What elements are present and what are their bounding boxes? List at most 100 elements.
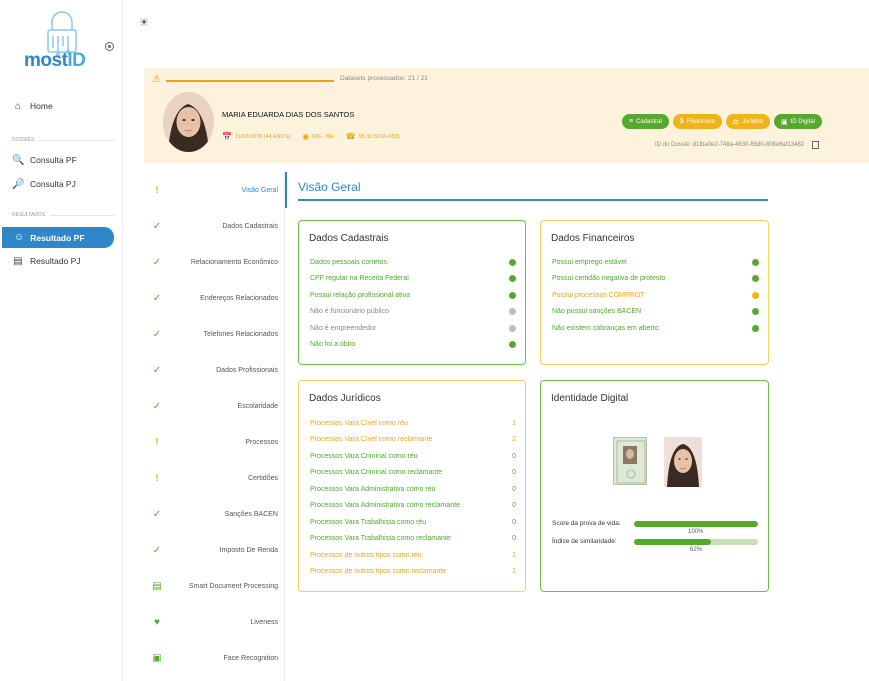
step-2[interactable]: ✓ Relacionamento Econômico [123,244,285,280]
nav-consulta-pf[interactable]: 🔍 Consulta PF [12,150,77,170]
nav-home-label: Home [30,101,53,111]
section-resultados: RESULTADOS [12,212,114,218]
chip-cadastral[interactable]: ≡ Cadastral [622,114,669,129]
step-0[interactable]: ! Visão Geral [123,172,287,208]
list-item: CPF regular na Receita Federal [310,271,516,288]
calendar-icon: 📅 [222,132,232,141]
list-item: Não é funcionário público [310,304,516,321]
row-label: Não é empreendedor [310,324,377,332]
progress-text: Datasets processados: 21 / 21 [340,75,428,82]
page-title: Visão Geral [298,180,361,194]
row-value: 2 [512,436,516,444]
card-title: Dados Financeiros [551,233,635,244]
dossier-id: ID do Dossiê: d1fba0e2-748a-4630-85d0-80… [655,141,820,149]
nav-resultado-pj[interactable]: ▤ Resultado PJ [12,251,80,271]
face-scan-icon: ▣ [781,118,788,126]
row-label: Possui processos COMPROT [552,291,645,299]
nav-consulta-pj[interactable]: 🔎 Consulta PJ [12,174,76,194]
similarity-label: Índice de similaridade: [552,538,617,545]
check-icon: ✓ [152,364,162,376]
step-5[interactable]: ✓ Dados Profissionais [123,352,285,388]
list-item: Processos Vara Trabalhista como réu 0 [310,514,516,531]
chip-juridico[interactable]: ⚖ Jurídico [725,114,770,129]
chip-id-digital[interactable]: ▣ ID Digital [774,114,822,129]
step-4[interactable]: ✓ Telefones Relacionados [123,316,285,352]
similarity-bar [634,539,758,545]
chip-financeiro-label: Financeiro [686,118,715,125]
face-icon: ▣ [152,652,162,664]
id-card-icon: ≡ [629,118,634,125]
step-label: Telefones Relacionados [203,330,278,338]
list-item: Não possui sanções BACEN [552,304,759,321]
step-6[interactable]: ✓ Escolaridade [123,388,285,424]
row-label: Processos de outros tipos como réu [310,551,422,559]
step-13[interactable]: ▣ Face Recognition [123,640,285,676]
warning-icon: ! [155,472,159,484]
score-label: Score da prova de vida: [552,520,621,527]
row-label: Processos Vara Cível como réu [310,419,408,427]
location-pin-icon: ◉ [302,132,310,141]
location: MG - BH [312,133,334,140]
step-3[interactable]: ✓ Endereços Relacionados [123,280,285,316]
chip-cadastral-label: Cadastral [636,118,662,125]
copy-icon[interactable] [812,141,820,149]
step-label: Escolaridade [237,402,278,410]
step-label: Endereços Relacionados [200,294,278,302]
status-dot-icon [752,324,759,332]
collapse-sidebar-button[interactable] [105,42,114,51]
step-12[interactable]: ♥ Liveness [123,604,285,640]
card-title: Dados Jurídicos [309,393,381,404]
step-8[interactable]: ! Certidões [123,460,285,496]
juridicos-rows: Processos Vara Cível como réu 1 Processos … [310,415,516,580]
list-item: Dados pessoais corretos [310,254,516,271]
document-icon: ▤ [152,580,162,592]
financeiros-rows: Possui emprego estável Possui certidão ne… [552,254,759,337]
row-label: CPF regular na Receita Federal [310,275,409,283]
chip-juridico-label: Jurídico [741,118,763,125]
cadastrais-rows: Dados pessoais corretos CPF regular na Re… [310,254,516,353]
check-icon: ✓ [152,328,162,340]
list-item: Processos de outros tipos como réu 1 [310,547,516,564]
status-dot-icon [509,341,516,349]
warning-icon: ⚠ [152,74,161,85]
chip-financeiro[interactable]: $ Financeiro [672,114,722,129]
status-dot-icon [752,258,759,266]
list-item: Possui emprego estável [552,254,759,271]
list-item: Processos Vara Administrativa como recla… [310,498,516,515]
score-bar-fill [634,521,758,527]
card-title: Dados Cadastrais [309,233,389,244]
theme-toggle-icon[interactable]: ☀ [139,16,149,29]
nav-home[interactable]: ⌂ Home [12,96,53,116]
step-9[interactable]: ✓ Sanções BACEN [123,496,285,532]
row-value: 0 [512,452,516,460]
list-item: Processos Vara Administrativa como réu 0 [310,481,516,498]
warning-icon: ! [155,436,159,448]
step-1[interactable]: ✓ Dados Cadastrais [123,208,285,244]
row-label: Processos Vara Trabalhista como réu [310,518,427,526]
logo-text: mostID [24,50,86,71]
row-value: 1 [512,568,516,576]
step-10[interactable]: ✓ Imposto De Renda [123,532,285,568]
check-icon: ✓ [152,292,162,304]
row-value: 1 [512,551,516,559]
similarity-percent: 62% [690,547,703,553]
step-11[interactable]: ▤ Smart Document Processing [123,568,285,604]
row-label: Processos Vara Trabalhista como reclaman… [310,535,451,543]
list-item: Processos Vara Cível como réu 1 [310,415,516,432]
row-value: 0 [512,535,516,543]
list-item: Não foi a óbito [310,337,516,354]
status-dot-icon [752,291,759,299]
dossier-id-text: ID do Dossiê: d1fba0e2-748a-4630-85d0-80… [655,142,805,148]
phone-icon: ☎ [345,132,356,141]
nav-resultado-pf[interactable]: ☺ Resultado PF [2,227,114,248]
row-label: Processos Vara Cível como reclamante [310,436,433,444]
person-result-icon: ☺ [14,232,25,243]
status-dot-icon [509,291,516,299]
row-label: Não é funcionário público [310,308,389,316]
step-7[interactable]: ! Processos [123,424,285,460]
score-bar [634,521,758,527]
check-icon: ✓ [152,400,162,412]
row-value: 0 [512,518,516,526]
row-label: Processos Vara Administrativa como réu [310,485,436,493]
step-label: Processos [245,438,278,446]
